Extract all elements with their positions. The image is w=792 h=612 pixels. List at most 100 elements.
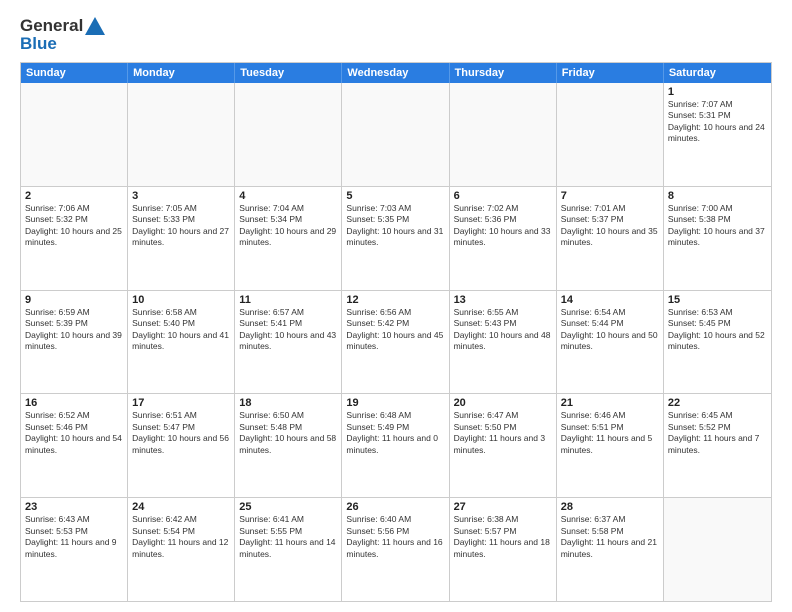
day-number: 17 [132, 397, 230, 409]
day-number: 8 [668, 190, 767, 202]
day-info: Sunrise: 6:50 AM Sunset: 5:48 PM Dayligh… [239, 410, 337, 456]
calendar-cell: 22Sunrise: 6:45 AM Sunset: 5:52 PM Dayli… [664, 394, 771, 497]
calendar-cell: 28Sunrise: 6:37 AM Sunset: 5:58 PM Dayli… [557, 498, 664, 601]
calendar-cell: 11Sunrise: 6:57 AM Sunset: 5:41 PM Dayli… [235, 291, 342, 394]
calendar-cell: 8Sunrise: 7:00 AM Sunset: 5:38 PM Daylig… [664, 187, 771, 290]
calendar-cell: 18Sunrise: 6:50 AM Sunset: 5:48 PM Dayli… [235, 394, 342, 497]
calendar-row-5: 23Sunrise: 6:43 AM Sunset: 5:53 PM Dayli… [21, 497, 771, 601]
weekday-header-thursday: Thursday [450, 63, 557, 83]
calendar-row-4: 16Sunrise: 6:52 AM Sunset: 5:46 PM Dayli… [21, 393, 771, 497]
calendar-cell: 27Sunrise: 6:38 AM Sunset: 5:57 PM Dayli… [450, 498, 557, 601]
calendar-cell: 24Sunrise: 6:42 AM Sunset: 5:54 PM Dayli… [128, 498, 235, 601]
day-info: Sunrise: 6:59 AM Sunset: 5:39 PM Dayligh… [25, 307, 123, 353]
day-number: 12 [346, 294, 444, 306]
day-info: Sunrise: 7:05 AM Sunset: 5:33 PM Dayligh… [132, 203, 230, 249]
calendar-cell: 19Sunrise: 6:48 AM Sunset: 5:49 PM Dayli… [342, 394, 449, 497]
calendar-cell: 1Sunrise: 7:07 AM Sunset: 5:31 PM Daylig… [664, 83, 771, 186]
day-info: Sunrise: 6:48 AM Sunset: 5:49 PM Dayligh… [346, 410, 444, 456]
day-info: Sunrise: 6:56 AM Sunset: 5:42 PM Dayligh… [346, 307, 444, 353]
calendar-cell: 25Sunrise: 6:41 AM Sunset: 5:55 PM Dayli… [235, 498, 342, 601]
day-number: 1 [668, 86, 767, 98]
day-number: 3 [132, 190, 230, 202]
day-number: 2 [25, 190, 123, 202]
day-number: 16 [25, 397, 123, 409]
logo: General Blue [20, 16, 105, 54]
day-info: Sunrise: 6:51 AM Sunset: 5:47 PM Dayligh… [132, 410, 230, 456]
day-number: 10 [132, 294, 230, 306]
day-info: Sunrise: 6:38 AM Sunset: 5:57 PM Dayligh… [454, 514, 552, 560]
day-number: 7 [561, 190, 659, 202]
calendar-row-2: 2Sunrise: 7:06 AM Sunset: 5:32 PM Daylig… [21, 186, 771, 290]
day-number: 21 [561, 397, 659, 409]
calendar-cell [557, 83, 664, 186]
calendar-cell: 16Sunrise: 6:52 AM Sunset: 5:46 PM Dayli… [21, 394, 128, 497]
calendar-cell: 10Sunrise: 6:58 AM Sunset: 5:40 PM Dayli… [128, 291, 235, 394]
day-info: Sunrise: 7:01 AM Sunset: 5:37 PM Dayligh… [561, 203, 659, 249]
day-info: Sunrise: 6:41 AM Sunset: 5:55 PM Dayligh… [239, 514, 337, 560]
calendar-cell [664, 498, 771, 601]
day-info: Sunrise: 7:00 AM Sunset: 5:38 PM Dayligh… [668, 203, 767, 249]
calendar-row-1: 1Sunrise: 7:07 AM Sunset: 5:31 PM Daylig… [21, 83, 771, 186]
day-info: Sunrise: 6:42 AM Sunset: 5:54 PM Dayligh… [132, 514, 230, 560]
calendar-cell: 21Sunrise: 6:46 AM Sunset: 5:51 PM Dayli… [557, 394, 664, 497]
weekday-header-tuesday: Tuesday [235, 63, 342, 83]
day-number: 23 [25, 501, 123, 513]
day-number: 4 [239, 190, 337, 202]
day-number: 19 [346, 397, 444, 409]
page: General Blue SundayMondayTuesdayWednesda… [0, 0, 792, 612]
day-info: Sunrise: 6:46 AM Sunset: 5:51 PM Dayligh… [561, 410, 659, 456]
calendar-cell [128, 83, 235, 186]
calendar-cell: 26Sunrise: 6:40 AM Sunset: 5:56 PM Dayli… [342, 498, 449, 601]
day-info: Sunrise: 6:57 AM Sunset: 5:41 PM Dayligh… [239, 307, 337, 353]
calendar-cell: 20Sunrise: 6:47 AM Sunset: 5:50 PM Dayli… [450, 394, 557, 497]
day-number: 11 [239, 294, 337, 306]
calendar-cell [342, 83, 449, 186]
day-number: 6 [454, 190, 552, 202]
calendar: SundayMondayTuesdayWednesdayThursdayFrid… [20, 62, 772, 602]
day-number: 5 [346, 190, 444, 202]
weekday-header-friday: Friday [557, 63, 664, 83]
calendar-cell: 15Sunrise: 6:53 AM Sunset: 5:45 PM Dayli… [664, 291, 771, 394]
calendar-cell: 2Sunrise: 7:06 AM Sunset: 5:32 PM Daylig… [21, 187, 128, 290]
day-number: 9 [25, 294, 123, 306]
day-info: Sunrise: 6:40 AM Sunset: 5:56 PM Dayligh… [346, 514, 444, 560]
day-info: Sunrise: 7:06 AM Sunset: 5:32 PM Dayligh… [25, 203, 123, 249]
calendar-cell: 5Sunrise: 7:03 AM Sunset: 5:35 PM Daylig… [342, 187, 449, 290]
day-info: Sunrise: 6:47 AM Sunset: 5:50 PM Dayligh… [454, 410, 552, 456]
day-info: Sunrise: 7:04 AM Sunset: 5:34 PM Dayligh… [239, 203, 337, 249]
calendar-cell: 17Sunrise: 6:51 AM Sunset: 5:47 PM Dayli… [128, 394, 235, 497]
calendar-cell: 7Sunrise: 7:01 AM Sunset: 5:37 PM Daylig… [557, 187, 664, 290]
logo-blue-text: Blue [20, 34, 57, 54]
header: General Blue [20, 16, 772, 54]
calendar-cell: 9Sunrise: 6:59 AM Sunset: 5:39 PM Daylig… [21, 291, 128, 394]
calendar-cell: 4Sunrise: 7:04 AM Sunset: 5:34 PM Daylig… [235, 187, 342, 290]
day-info: Sunrise: 7:03 AM Sunset: 5:35 PM Dayligh… [346, 203, 444, 249]
day-info: Sunrise: 6:55 AM Sunset: 5:43 PM Dayligh… [454, 307, 552, 353]
day-info: Sunrise: 7:02 AM Sunset: 5:36 PM Dayligh… [454, 203, 552, 249]
calendar-row-3: 9Sunrise: 6:59 AM Sunset: 5:39 PM Daylig… [21, 290, 771, 394]
day-info: Sunrise: 6:43 AM Sunset: 5:53 PM Dayligh… [25, 514, 123, 560]
day-info: Sunrise: 6:45 AM Sunset: 5:52 PM Dayligh… [668, 410, 767, 456]
day-number: 27 [454, 501, 552, 513]
day-info: Sunrise: 6:58 AM Sunset: 5:40 PM Dayligh… [132, 307, 230, 353]
day-number: 28 [561, 501, 659, 513]
weekday-header-monday: Monday [128, 63, 235, 83]
day-number: 13 [454, 294, 552, 306]
day-info: Sunrise: 6:53 AM Sunset: 5:45 PM Dayligh… [668, 307, 767, 353]
day-number: 15 [668, 294, 767, 306]
logo-triangle-icon [85, 17, 105, 35]
logo-general-text: General [20, 16, 83, 36]
day-info: Sunrise: 7:07 AM Sunset: 5:31 PM Dayligh… [668, 99, 767, 145]
weekday-header-sunday: Sunday [21, 63, 128, 83]
day-number: 18 [239, 397, 337, 409]
calendar-cell: 3Sunrise: 7:05 AM Sunset: 5:33 PM Daylig… [128, 187, 235, 290]
day-number: 20 [454, 397, 552, 409]
weekday-header-wednesday: Wednesday [342, 63, 449, 83]
day-info: Sunrise: 6:52 AM Sunset: 5:46 PM Dayligh… [25, 410, 123, 456]
day-number: 24 [132, 501, 230, 513]
calendar-cell [450, 83, 557, 186]
weekday-header-saturday: Saturday [664, 63, 771, 83]
calendar-cell: 13Sunrise: 6:55 AM Sunset: 5:43 PM Dayli… [450, 291, 557, 394]
day-number: 14 [561, 294, 659, 306]
calendar-cell: 6Sunrise: 7:02 AM Sunset: 5:36 PM Daylig… [450, 187, 557, 290]
